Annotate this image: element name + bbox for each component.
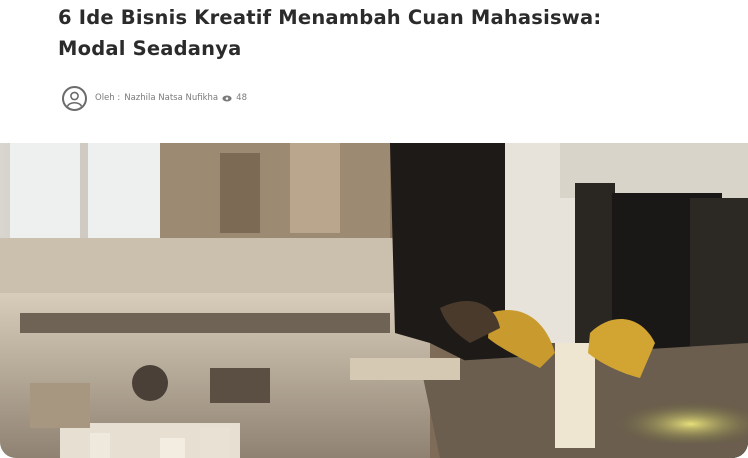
article-title: 6 Ide Bisnis Kreatif Menambah Cuan Mahas… [58,2,698,64]
hero-image [0,143,748,458]
article-title-line-1: 6 Ide Bisnis Kreatif Menambah Cuan Mahas… [58,6,602,29]
eye-icon [222,95,232,102]
view-count: 48 [236,93,247,103]
author-prefix: Oleh : [95,93,121,103]
article-meta: Oleh : Nazhila Natsa Nufikha 48 [62,84,247,112]
article-title-line-2: Modal Seadanya [58,37,242,60]
user-circle-icon [62,85,87,111]
author-name[interactable]: Nazhila Natsa Nufikha [124,93,218,103]
author-line: Oleh : Nazhila Natsa Nufikha 48 [95,93,247,103]
